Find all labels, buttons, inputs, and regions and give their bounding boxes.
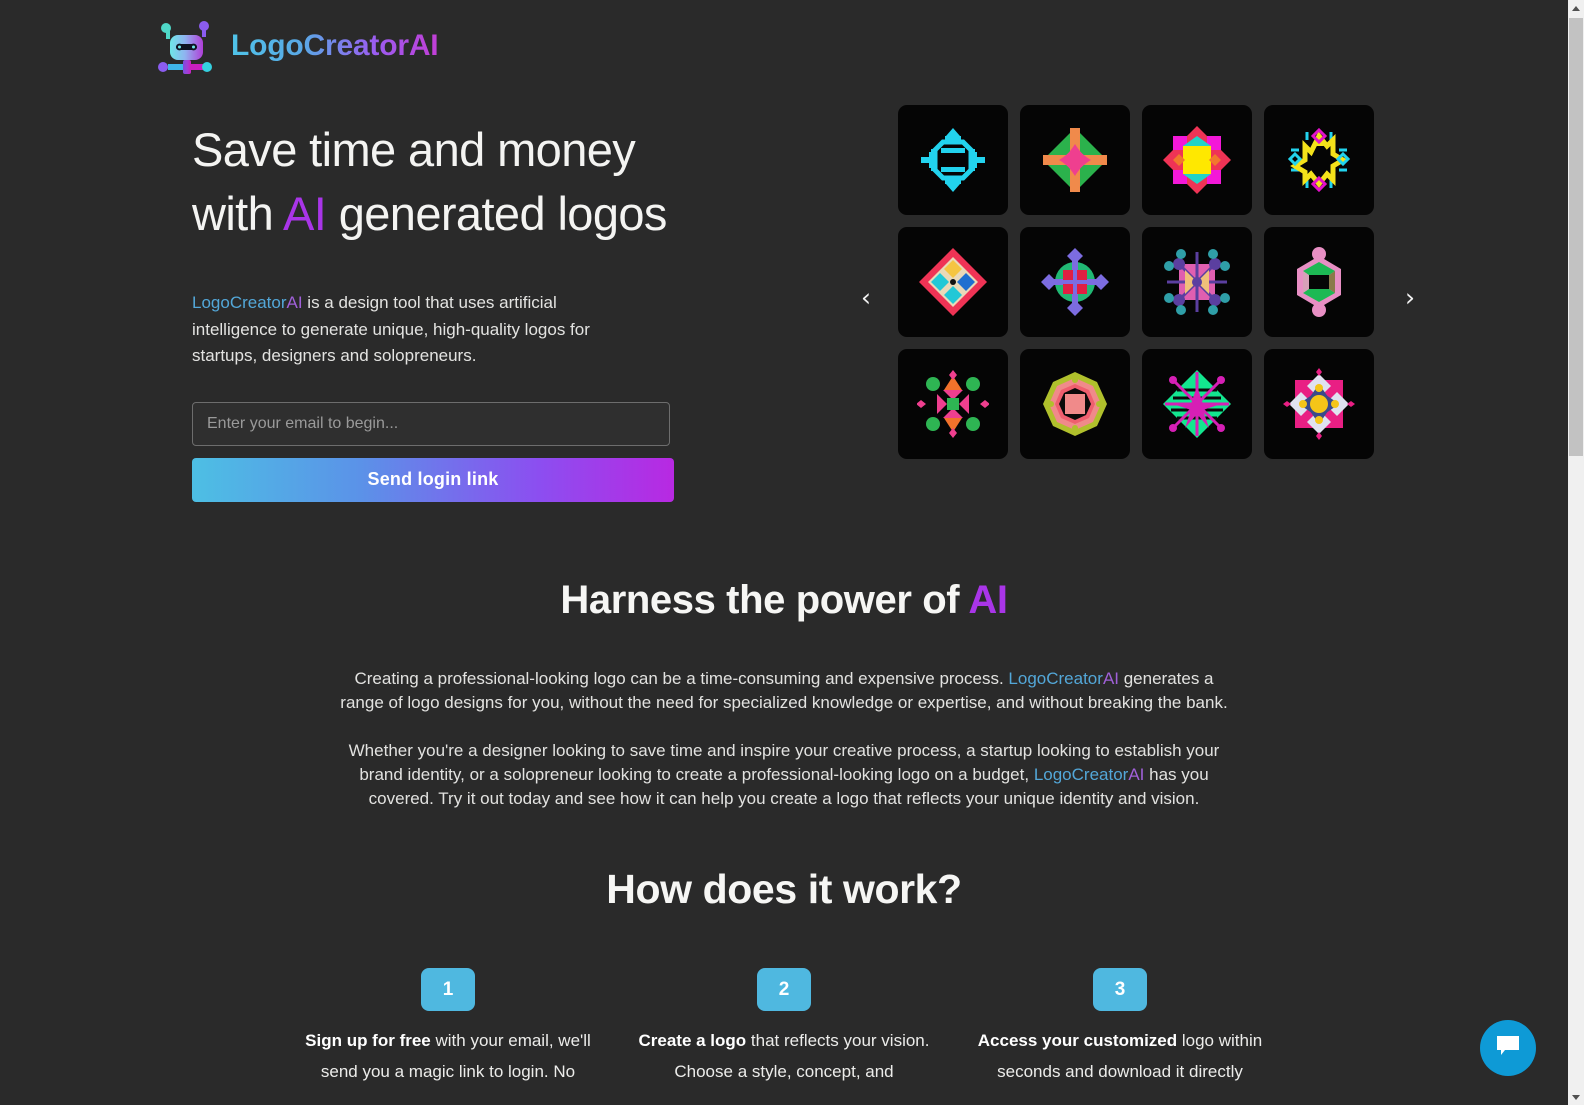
chevron-right-icon[interactable]: › [1398, 281, 1422, 315]
power-p1-brand1: LogoCreator [1008, 669, 1103, 688]
brand-name-part2: AI [408, 29, 439, 62]
how-it-works-section: How does it work? 1 Sign up for free wit… [0, 866, 1568, 1087]
logo-tile-red-diamond-quadrant[interactable] [898, 227, 1008, 337]
steps-list: 1 Sign up for free with your email, we'l… [0, 968, 1568, 1087]
logo-tile-salmon-olive-octagon[interactable] [1020, 349, 1130, 459]
hero-title-line2-after: generated logos [326, 187, 668, 240]
logo-tile-yellow-cyan-snowflake[interactable] [1264, 105, 1374, 215]
hero-section: Save time and money with AI generated lo… [192, 118, 692, 502]
hero-title-line2-before: with [192, 187, 284, 240]
brand-name-part1: LogoCreator [231, 29, 409, 62]
email-input[interactable] [192, 401, 670, 446]
logo-tile-cyan-octagon-ring[interactable] [898, 105, 1008, 215]
scroll-down-arrow-icon[interactable] [1568, 1089, 1584, 1105]
step-badge: 2 [757, 968, 811, 1011]
power-heading-before: Harness the power of [560, 578, 969, 622]
logo-tile-magenta-yellow-star-burst[interactable] [1142, 105, 1252, 215]
logo-tile-purple-teal-grid-burst[interactable] [1142, 227, 1252, 337]
landing-page: LogoCreatorAI Save time and money with A… [0, 0, 1568, 1105]
power-p1-a: Creating a professional-looking logo can… [354, 669, 1009, 688]
how-it-works-heading: How does it work? [606, 866, 962, 912]
step-item: 2 Create a logo that reflects your visio… [616, 968, 952, 1087]
power-p2-brand2: AI [1128, 765, 1145, 784]
logo-tile-green-circle-purple-diamond[interactable] [1020, 227, 1130, 337]
power-heading: Harness the power of AI [0, 578, 1568, 623]
power-paragraph-2: Whether you're a designer looking to sav… [340, 739, 1228, 811]
vertical-scrollbar[interactable] [1568, 0, 1584, 1105]
browser-viewport: LogoCreatorAI Save time and money with A… [0, 0, 1584, 1105]
hero-title-line1: Save time and money [192, 123, 636, 176]
scrollbar-thumb[interactable] [1569, 18, 1583, 456]
power-p1-brand2: AI [1102, 669, 1119, 688]
logo-tile-green-magenta-starburst[interactable] [1142, 349, 1252, 459]
logo-tile-green-orange-cross-diamond[interactable] [1020, 105, 1130, 215]
step-item: 1 Sign up for free with your email, we'l… [280, 968, 616, 1087]
power-paragraph-1: Creating a professional-looking logo can… [340, 667, 1228, 715]
brand-name: LogoCreatorAI [231, 29, 438, 63]
power-p2-brand1: LogoCreator [1033, 765, 1129, 784]
step-text-bold: Access your customized [977, 1031, 1178, 1050]
hero-subtitle-brand2: AI [286, 293, 303, 312]
hero-title-accent: AI [283, 187, 327, 240]
power-section: Harness the power of AI Creating a profe… [0, 578, 1568, 811]
step-text-bold: Sign up for free [305, 1031, 431, 1050]
hero-subtitle-brand1: LogoCreator [192, 293, 287, 312]
step-text: Create a logo that reflects your vision.… [634, 1025, 934, 1087]
chat-widget-button[interactable] [1480, 1020, 1536, 1076]
step-badge: 3 [1093, 968, 1147, 1011]
logo-carousel: ‹ › [852, 105, 1422, 490]
logo-tile-pink-green-hexagon[interactable] [1264, 227, 1374, 337]
send-login-link-button[interactable]: Send login link [192, 457, 674, 502]
step-badge: 1 [421, 968, 475, 1011]
step-text: Access your customized logo within secon… [970, 1025, 1270, 1087]
chat-bubble-icon [1494, 1032, 1522, 1065]
step-text-bold: Create a logo [638, 1031, 747, 1050]
logo-tile-pink-white-yellow-rosette[interactable] [1264, 349, 1374, 459]
logo-tile-green-pink-orange-cluster[interactable] [898, 349, 1008, 459]
brand-logo[interactable]: LogoCreatorAI [157, 18, 438, 74]
hero-subtitle: LogoCreatorAI is a design tool that uses… [192, 290, 644, 370]
robot-logo-icon [157, 18, 217, 74]
step-text: Sign up for free with your email, we'll … [298, 1025, 598, 1087]
step-item: 3 Access your customized logo within sec… [952, 968, 1288, 1087]
logo-grid [898, 105, 1374, 459]
scroll-up-arrow-icon[interactable] [1568, 0, 1584, 16]
chevron-left-icon[interactable]: ‹ [854, 281, 878, 315]
power-heading-accent: AI [968, 578, 1008, 622]
page-title: Save time and money with AI generated lo… [192, 118, 692, 246]
